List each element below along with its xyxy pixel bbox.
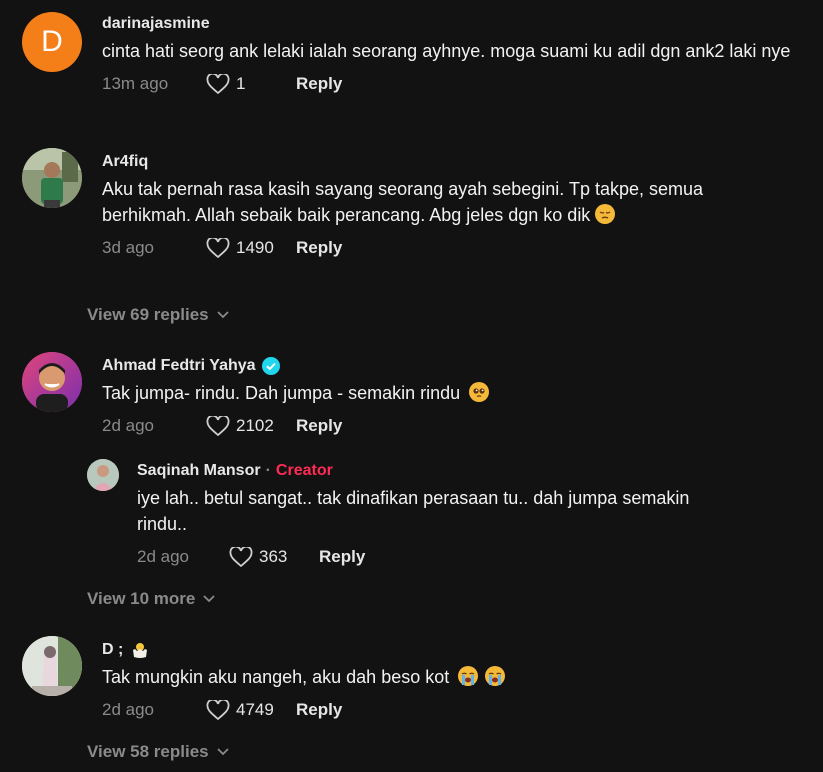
like-count: 1490 <box>236 238 274 257</box>
loudly-crying-face-icon <box>485 666 506 686</box>
comment-text-content: Tak jumpa- rindu. Dah jumpa - semakin ri… <box>102 383 461 403</box>
view-more-replies-button[interactable]: View 10 more <box>87 589 215 609</box>
reply-button[interactable]: Reply <box>319 547 365 567</box>
like-count: 2102 <box>236 416 274 435</box>
chevron-down-icon <box>216 748 229 756</box>
profile-photo <box>87 459 119 491</box>
comment-text: cinta hati seorg ank lelaki ialah seoran… <box>102 41 791 61</box>
view-replies-button[interactable]: View 69 replies <box>87 305 229 325</box>
like-count: 1 <box>236 74 246 93</box>
comment-username[interactable]: Ar4fiq <box>102 152 802 172</box>
like-count: 4749 <box>236 700 274 719</box>
avatar[interactable] <box>22 352 82 412</box>
like-button[interactable]: 1490 <box>206 238 296 258</box>
verified-badge-icon <box>261 357 280 375</box>
profile-photo <box>22 352 82 412</box>
comment-text: Aku tak pernah rasa kasih sayang seorang… <box>102 176 742 228</box>
avatar[interactable] <box>22 148 82 208</box>
avatar-letter: D <box>41 25 63 58</box>
comment-text-content: Tak mungkin aku nangeh, aku dah beso kot <box>102 667 450 687</box>
comment-username[interactable]: Ahmad Fedtri Yahya <box>102 356 802 376</box>
view-more-label: View 10 more <box>87 589 196 608</box>
view-replies-label: View 58 replies <box>87 742 209 761</box>
profile-photo <box>22 636 82 696</box>
reply-button[interactable]: Reply <box>296 700 342 720</box>
comment-text: Tak jumpa- rindu. Dah jumpa - semakin ri… <box>102 380 802 406</box>
hatching-chick-icon <box>131 641 149 659</box>
reply-timestamp: 2d ago <box>137 547 189 566</box>
separator: · <box>265 462 271 479</box>
like-button[interactable]: 4749 <box>206 700 296 720</box>
reply-button[interactable]: Reply <box>296 238 342 258</box>
heart-icon <box>206 74 230 94</box>
chevron-down-icon <box>203 595 215 603</box>
comment-timestamp: 3d ago <box>102 238 154 257</box>
comment-username[interactable]: D ; <box>102 640 802 660</box>
reply-username-row: Saqinah Mansor · Creator <box>137 461 787 481</box>
username-text: Ahmad Fedtri Yahya <box>102 357 256 374</box>
like-button[interactable]: 2102 <box>206 416 296 436</box>
like-button[interactable]: 363 <box>229 547 319 567</box>
avatar[interactable]: D <box>22 12 82 72</box>
heart-icon <box>206 238 230 258</box>
profile-photo <box>22 148 82 208</box>
comment-timestamp: 2d ago <box>102 416 154 435</box>
loudly-crying-face-icon <box>458 666 479 686</box>
reply-button[interactable]: Reply <box>296 416 342 436</box>
comment-timestamp: 13m ago <box>102 74 169 93</box>
comment-timestamp: 2d ago <box>102 700 154 719</box>
comment-text: Tak mungkin aku nangeh, aku dah beso kot <box>102 664 802 690</box>
view-replies-button[interactable]: View 58 replies <box>87 742 229 762</box>
pensive-face-icon <box>595 204 616 224</box>
heart-icon <box>229 547 253 567</box>
view-replies-label: View 69 replies <box>87 305 209 324</box>
pleading-face-icon <box>469 382 490 402</box>
creator-badge: Creator <box>275 462 333 479</box>
reply-text: iye lah.. betul sangat.. tak dinafikan p… <box>137 488 690 534</box>
reply-username[interactable]: Saqinah Mansor <box>137 461 261 481</box>
heart-icon <box>206 700 230 720</box>
like-button[interactable]: 1 <box>206 74 296 94</box>
comment-username[interactable]: darinajasmine <box>102 14 802 34</box>
reply-button[interactable]: Reply <box>296 74 342 94</box>
chevron-down-icon <box>216 311 229 319</box>
username-text: D ; <box>102 641 124 658</box>
avatar[interactable] <box>22 636 82 696</box>
avatar[interactable] <box>87 459 119 491</box>
like-count: 363 <box>259 547 288 566</box>
heart-icon <box>206 416 230 436</box>
